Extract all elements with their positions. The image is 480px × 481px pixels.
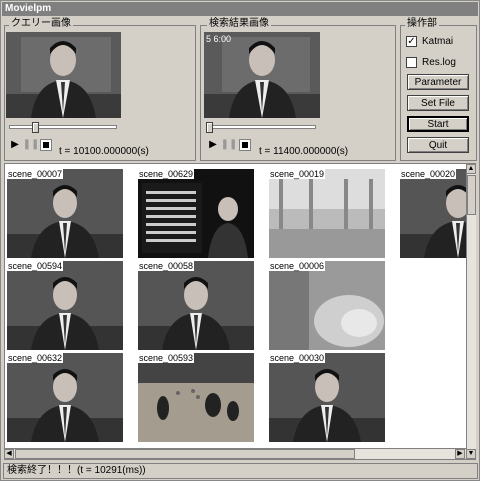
result-seek-thumb[interactable] <box>206 122 213 133</box>
query-time-readout: t = 10100.000000(s) <box>59 146 149 157</box>
parameter-button[interactable]: Parameter <box>407 74 469 90</box>
reslog-label: Res.log <box>422 57 456 68</box>
result-thumbnail[interactable]: scene_00007 <box>7 169 123 258</box>
result-panel-label: 検索結果画像 <box>207 18 271 30</box>
scroll-up-icon[interactable]: ▲ <box>466 164 476 174</box>
thumbnail-label: scene_00594 <box>7 261 64 271</box>
vertical-scroll-thumb[interactable] <box>467 175 476 215</box>
thumbnail-image <box>7 261 123 350</box>
result-thumbnail[interactable]: scene_00593 <box>138 353 254 442</box>
app-window: Movielpm クエリー画像 ▶ ❚❚ t = 10100.000000(s)… <box>0 0 480 481</box>
horizontal-scroll-thumb[interactable] <box>15 449 355 459</box>
katmai-checkbox[interactable]: ✓ Katmai <box>406 36 453 47</box>
query-stop-icon[interactable] <box>40 139 52 151</box>
reslog-checkbox[interactable]: Res.log <box>406 57 456 68</box>
query-video-frame <box>6 32 121 118</box>
result-seek-track[interactable] <box>206 125 316 129</box>
thumbnail-label: scene_00629 <box>138 169 195 179</box>
thumbnail-label: scene_00019 <box>269 169 326 179</box>
results-grid: scene_00007 scene_00629 scene_00019 scene_0… <box>4 163 476 460</box>
result-thumbnail[interactable]: scene_00058 <box>138 261 254 350</box>
result-play-icon[interactable]: ▶ <box>207 139 219 151</box>
thumbnail-label: scene_00006 <box>269 261 326 271</box>
query-pause-icon[interactable]: ❚❚ <box>23 139 40 151</box>
query-play-icon[interactable]: ▶ <box>9 139 21 151</box>
thumbnail-image <box>269 261 385 350</box>
query-seek-track[interactable] <box>9 125 117 129</box>
quit-button[interactable]: Quit <box>407 137 469 153</box>
result-pause-icon[interactable]: ❚❚ <box>221 139 238 151</box>
reslog-check-box[interactable] <box>406 57 417 68</box>
result-frame-overlay: 5 6:00 <box>206 34 232 44</box>
thumbnail-label: scene_00020 <box>400 169 457 179</box>
result-thumbnail[interactable]: scene_00020 <box>400 169 475 258</box>
result-video-frame: 5 6:00 <box>204 32 320 118</box>
result-thumbnail[interactable]: scene_00594 <box>7 261 123 350</box>
katmai-label: Katmai <box>422 36 454 47</box>
result-thumbnail[interactable]: scene_00030 <box>269 353 385 442</box>
ops-panel-label: 操作部 <box>405 18 439 30</box>
scroll-right-icon[interactable]: ▶ <box>455 449 465 459</box>
scroll-down-icon[interactable]: ▼ <box>466 449 476 459</box>
thumbnail-label: scene_00007 <box>7 169 64 179</box>
thumbnail-image <box>138 261 254 350</box>
thumbnail-label: scene_00058 <box>138 261 195 271</box>
katmai-check-box[interactable]: ✓ <box>406 36 417 47</box>
scroll-left-icon[interactable]: ◀ <box>4 449 14 459</box>
query-seek-thumb[interactable] <box>32 122 39 133</box>
thumbnail-image <box>138 169 254 258</box>
set-file-button[interactable]: Set File <box>407 95 469 111</box>
thumbnail-image <box>269 353 385 442</box>
result-thumbnail[interactable]: scene_00006 <box>269 261 385 350</box>
thumbnail-image <box>7 353 123 442</box>
result-thumbnail[interactable]: scene_00632 <box>7 353 123 442</box>
thumbnail-label: scene_00632 <box>7 353 64 363</box>
result-stop-icon[interactable] <box>239 139 251 151</box>
window-title: Movielpm <box>2 2 478 16</box>
thumbnail-image <box>269 169 385 258</box>
results-horizontal-scrollbar[interactable]: ◀ ▶ <box>4 448 466 459</box>
result-thumbnail[interactable]: scene_00629 <box>138 169 254 258</box>
thumbnail-image <box>7 169 123 258</box>
thumbnail-image <box>400 169 475 258</box>
thumbnail-label: scene_00030 <box>269 353 326 363</box>
status-bar: 検索終了！！！(t = 10291(ms)) <box>3 463 478 479</box>
result-thumbnail[interactable]: scene_00019 <box>269 169 385 258</box>
query-panel-label: クエリー画像 <box>9 18 73 30</box>
thumbnail-image <box>138 353 254 442</box>
thumbnail-label: scene_00593 <box>138 353 195 363</box>
start-button[interactable]: Start <box>407 116 469 132</box>
result-time-readout: t = 11400.000000(s) <box>259 146 349 157</box>
results-vertical-scrollbar[interactable]: ▲ ▼ <box>466 164 476 459</box>
